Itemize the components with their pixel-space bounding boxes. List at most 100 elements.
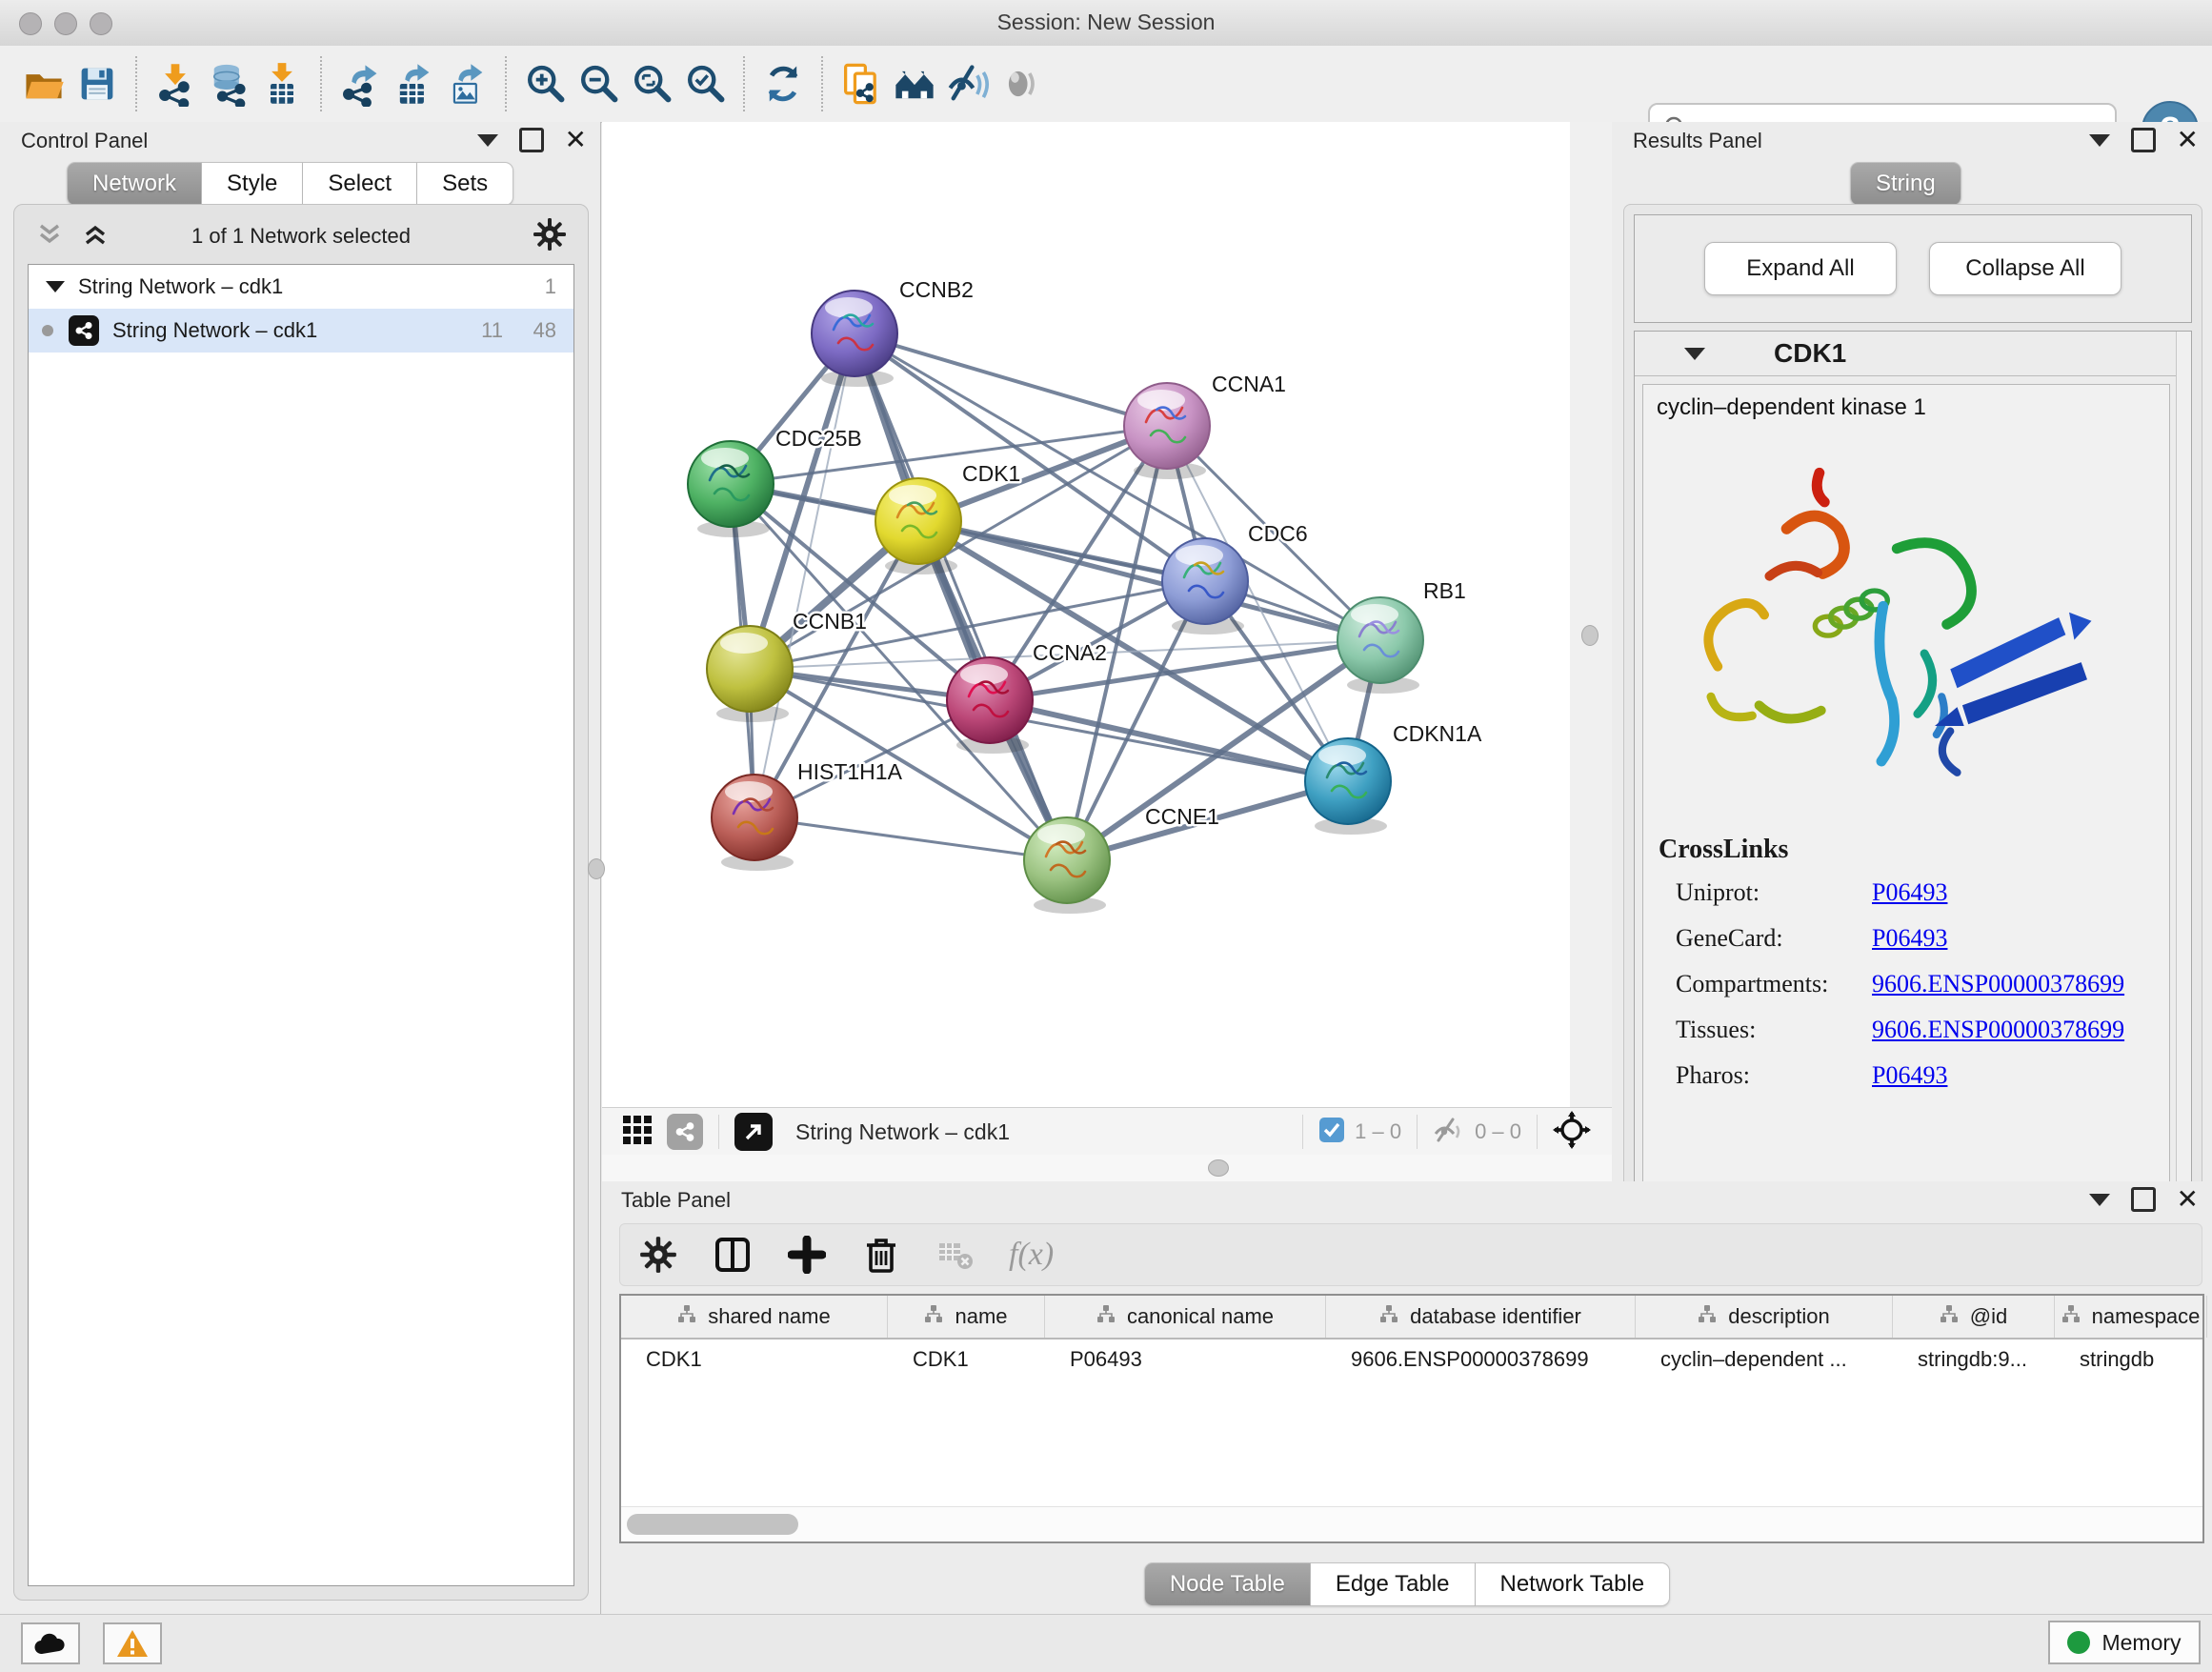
column-header-shared-name[interactable]: shared name [621,1296,888,1338]
tab-node-table[interactable]: Node Table [1144,1562,1311,1606]
delete-table-icon[interactable] [935,1234,976,1276]
center-view-icon[interactable] [1553,1111,1591,1154]
section-collapse-icon[interactable] [1684,348,1705,360]
open-session-icon[interactable] [17,55,70,112]
network-canvas[interactable]: CCNB2CCNA1CDC25BCDK1CDC6RB1CCNB1CCNA2CDK… [602,122,1570,1107]
crosslink-link[interactable]: 9606.ENSP00000378699 [1872,970,2124,998]
tab-sets[interactable]: Sets [417,162,513,206]
close-panel-icon[interactable]: ✕ [565,131,587,150]
export-table-icon[interactable] [387,55,440,112]
import-network-file-icon[interactable] [149,55,202,112]
memory-button[interactable]: Memory [2048,1621,2201,1664]
tab-edge-table[interactable]: Edge Table [1311,1562,1476,1606]
zoom-fit-icon[interactable] [625,55,678,112]
add-column-icon[interactable] [786,1234,828,1276]
network-row-selected[interactable]: String Network – cdk1 11 48 [29,309,573,353]
show-all-icon[interactable] [995,55,1048,112]
network-node-CCNE1[interactable] [1024,817,1110,914]
control-panel: Control Panel ✕ Network Style Select Set… [0,122,601,1614]
table-cell[interactable]: stringdb [2055,1347,2207,1372]
panel-splitter-vertical-right[interactable] [1570,122,1612,1107]
view-grid-icon[interactable] [621,1114,654,1151]
gene-section-title: CDK1 [1774,338,1846,369]
import-network-database-icon[interactable] [202,55,255,112]
table-hscrollbar[interactable] [621,1506,2202,1541]
column-header-namespace[interactable]: namespace [2055,1296,2207,1338]
hide-selected-icon[interactable] [941,55,995,112]
close-panel-icon[interactable]: ✕ [2177,1190,2199,1209]
tree-expand-icon[interactable] [46,281,65,292]
collapse-all-button[interactable]: Collapse All [1929,242,2122,295]
panel-menu-icon[interactable] [477,134,498,147]
new-network-from-selection-icon[interactable] [835,55,888,112]
float-panel-icon[interactable] [519,128,544,152]
table-cell[interactable]: CDK1 [621,1347,888,1372]
export-network-icon[interactable] [333,55,387,112]
splitter-handle-icon[interactable] [1208,1159,1229,1177]
crosslink-link[interactable]: P06493 [1872,878,1947,907]
table-cell[interactable]: cyclin–dependent ... [1636,1347,1893,1372]
hidden-count: 0 – 0 [1475,1119,1521,1144]
crosslink-link[interactable]: P06493 [1872,924,1947,953]
tab-select[interactable]: Select [303,162,417,206]
first-neighbors-icon[interactable] [888,55,941,112]
float-panel-icon[interactable] [2131,1187,2156,1212]
zoom-out-icon[interactable] [572,55,625,112]
show-columns-icon[interactable] [712,1234,754,1276]
float-panel-icon[interactable] [2131,128,2156,152]
network-node-CCNB1[interactable] [707,626,793,722]
column-header-description[interactable]: description [1636,1296,1893,1338]
network-view-toolbar: String Network – cdk1 1 – 0 0 – 0 [602,1107,1612,1157]
network-node-CDK1[interactable] [875,478,961,574]
redraw-graph-icon[interactable] [756,55,810,112]
panel-menu-icon[interactable] [2089,134,2110,147]
tab-network-table[interactable]: Network Table [1476,1562,1671,1606]
network-node-CDC25B[interactable] [688,441,774,537]
warnings-button[interactable] [103,1622,162,1664]
save-session-icon[interactable] [70,55,124,112]
network-node-HIST1H1A[interactable] [712,775,797,871]
column-header--id[interactable]: @id [1893,1296,2055,1338]
crosslink-link[interactable]: 9606.ENSP00000378699 [1872,1016,2124,1044]
delete-column-icon[interactable] [860,1234,902,1276]
network-node-CDKN1A[interactable] [1305,738,1391,835]
network-edge-CCNE1-HIST1H1A[interactable] [754,817,1067,860]
table-cell[interactable]: CDK1 [888,1347,1045,1372]
column-header-canonical-name[interactable]: canonical name [1045,1296,1326,1338]
network-node-RB1[interactable] [1337,597,1423,694]
import-table-file-icon[interactable] [255,55,309,112]
network-collection-row[interactable]: String Network – cdk1 1 [29,265,573,309]
expand-all-button[interactable]: Expand All [1704,242,1897,295]
scrollbar-thumb[interactable] [627,1514,798,1535]
network-options-gear-icon[interactable] [533,217,567,256]
table-cell[interactable]: stringdb:9... [1893,1347,2055,1372]
tab-string[interactable]: String [1850,162,1961,206]
zoom-in-icon[interactable] [518,55,572,112]
crosslink-row: GeneCard:P06493 [1676,924,2156,953]
selected-checkbox-icon[interactable] [1318,1117,1345,1148]
table-cell[interactable]: 9606.ENSP00000378699 [1326,1347,1636,1372]
column-header-name[interactable]: name [888,1296,1045,1338]
tab-style[interactable]: Style [202,162,303,206]
splitter-handle-icon[interactable] [1581,625,1599,646]
table-row[interactable]: CDK1CDK1P064939606.ENSP00000378699cyclin… [621,1340,2202,1380]
zoom-selected-icon[interactable] [678,55,732,112]
network-edge-CCNB2-CCNA1[interactable] [855,333,1167,426]
panel-menu-icon[interactable] [2089,1194,2110,1206]
open-view-icon[interactable] [734,1113,773,1151]
column-header-database-identifier[interactable]: database identifier [1326,1296,1636,1338]
table-cell[interactable]: P06493 [1045,1347,1326,1372]
hidden-eye-icon[interactable] [1433,1116,1465,1149]
results-scrollbar[interactable] [2176,332,2191,1259]
splitter-handle-icon[interactable] [588,858,605,879]
tab-network[interactable]: Network [67,162,202,206]
network-edge-CCNA2-CDKN1A[interactable] [990,700,1348,781]
cloud-status-button[interactable] [21,1622,80,1664]
close-panel-icon[interactable]: ✕ [2177,131,2199,150]
export-image-icon[interactable] [440,55,493,112]
function-builder-icon[interactable]: f(x) [1009,1234,1054,1276]
network-badge-icon[interactable] [667,1114,703,1150]
table-settings-gear-icon[interactable] [637,1234,679,1276]
network-node-CCNA1[interactable] [1124,383,1210,479]
crosslink-link[interactable]: P06493 [1872,1061,1947,1090]
